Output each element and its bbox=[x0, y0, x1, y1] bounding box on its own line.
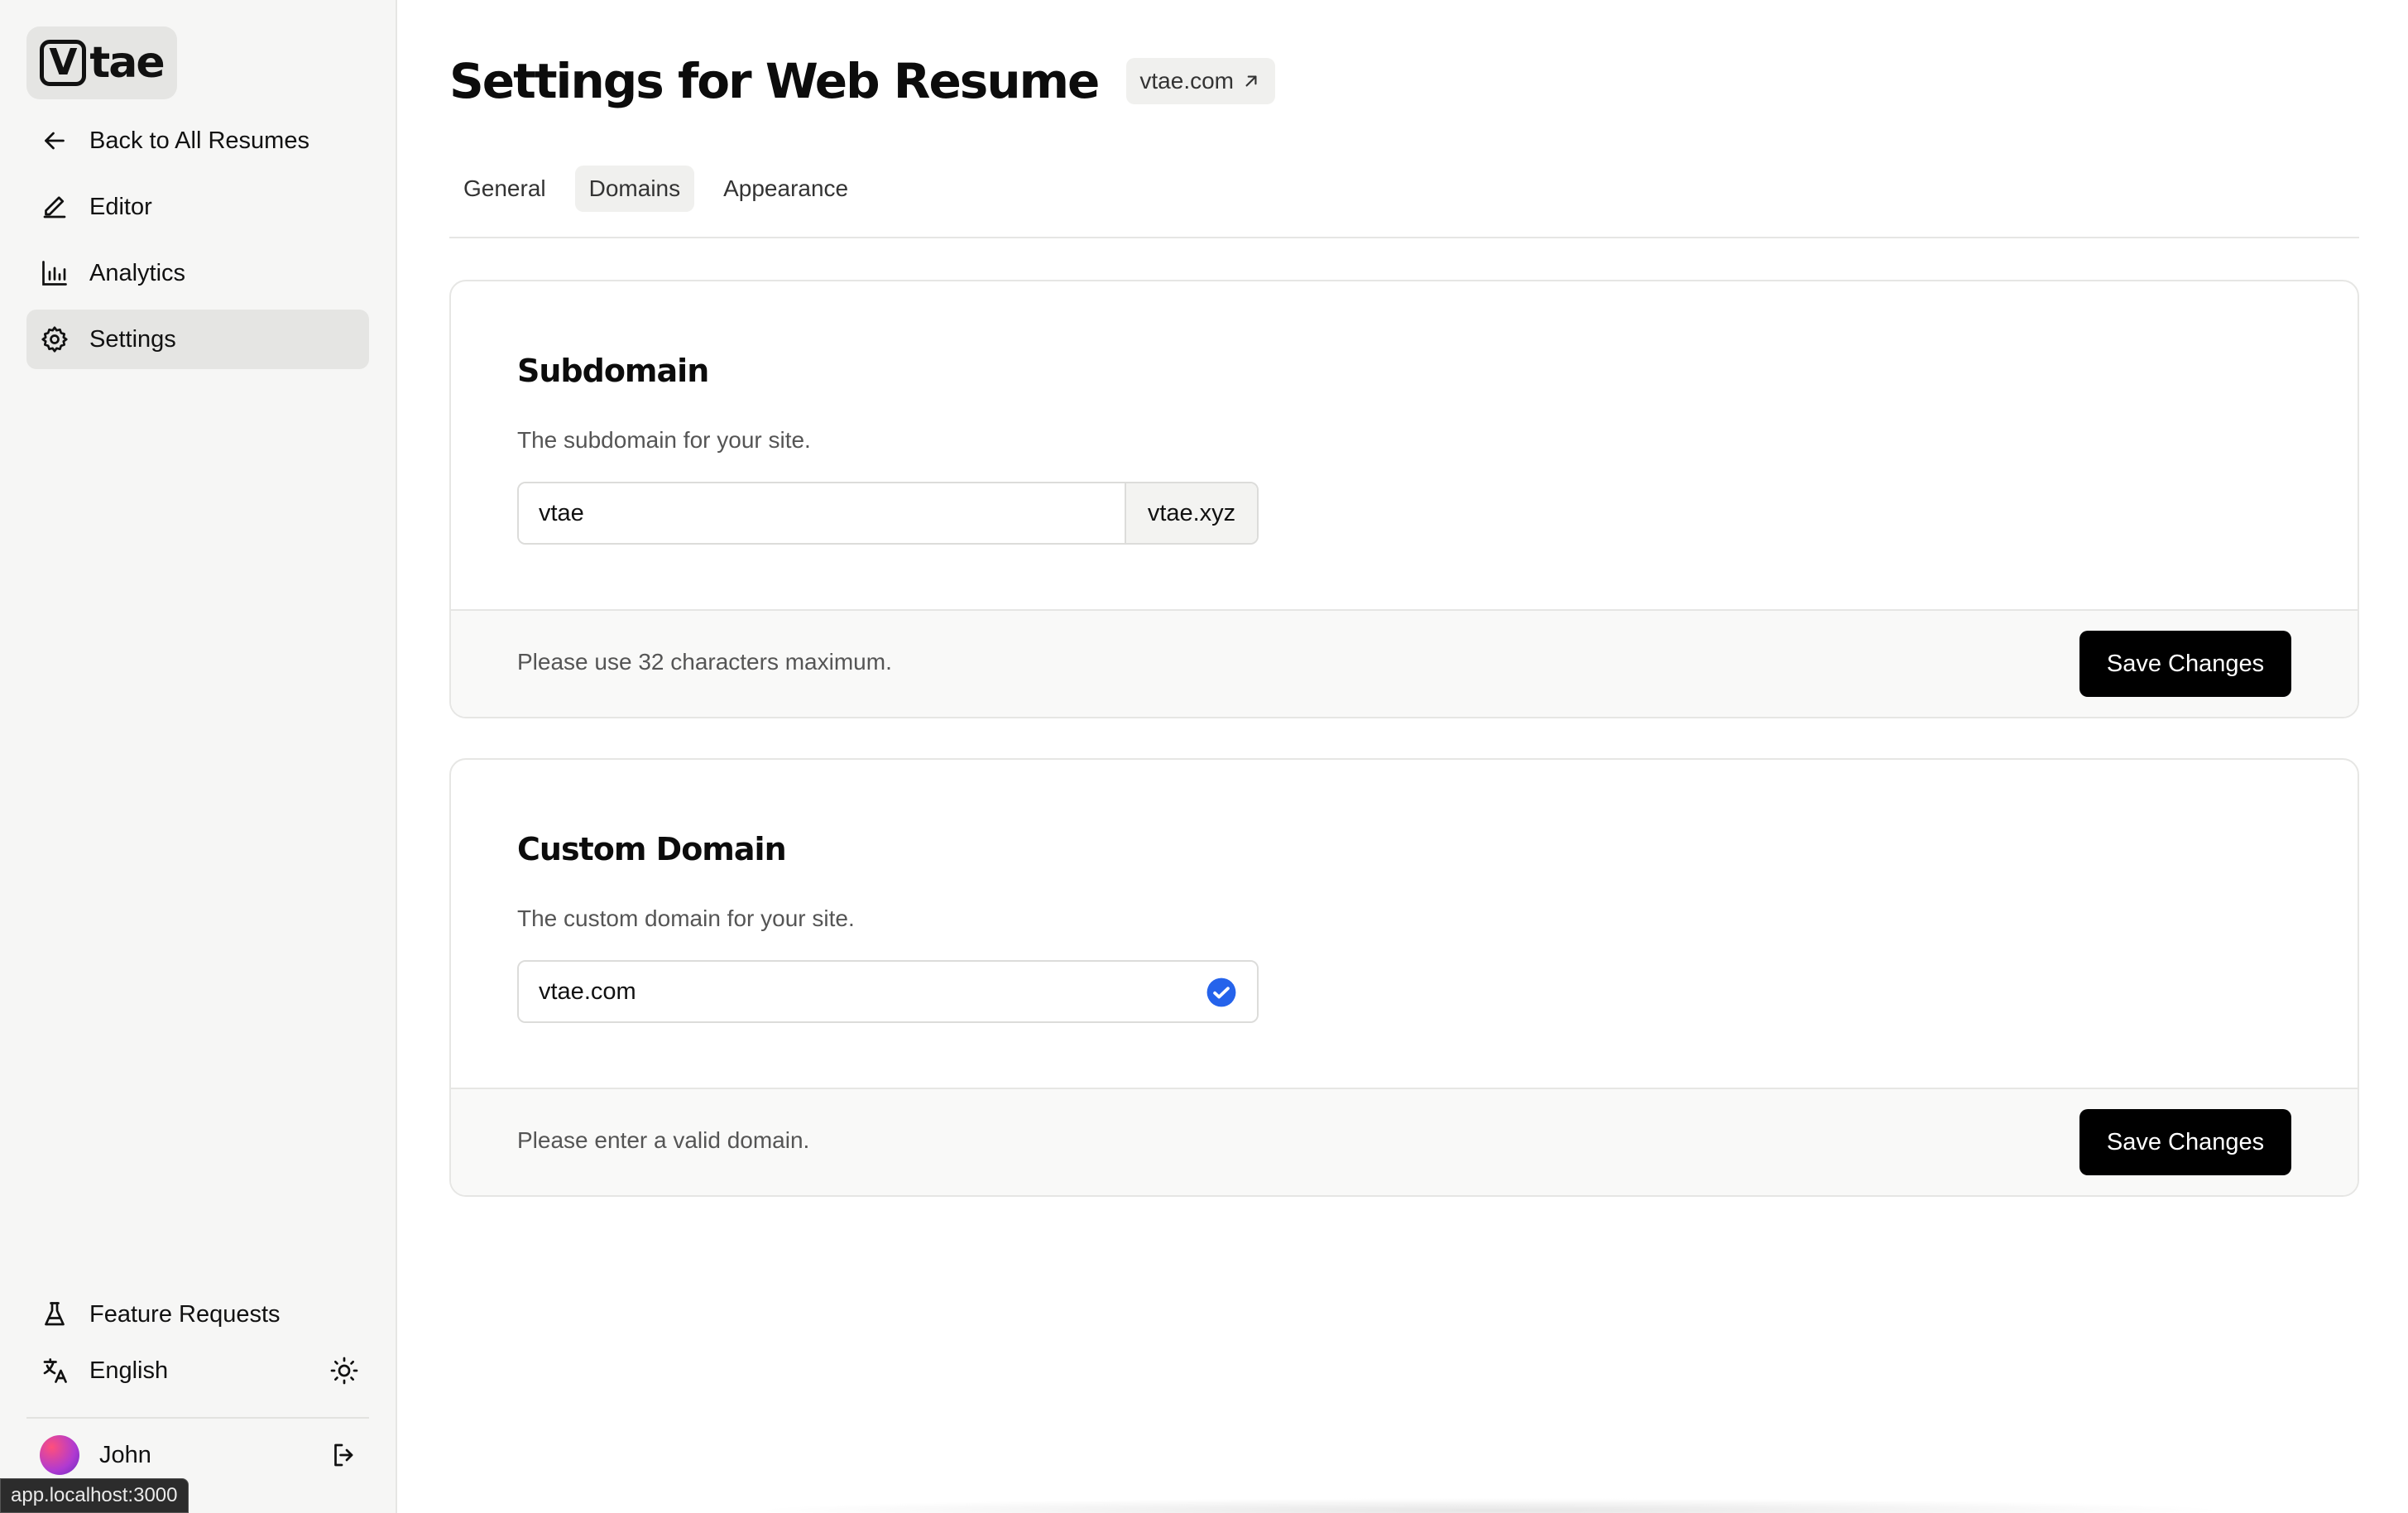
sidebar: V tae Back to All Resumes Editor Analyti… bbox=[0, 0, 397, 1513]
custom-domain-card: Custom Domain The custom domain for your… bbox=[449, 758, 2359, 1197]
custom-domain-card-body: Custom Domain The custom domain for your… bbox=[451, 760, 2358, 1089]
sidebar-item-label: Back to All Resumes bbox=[89, 127, 309, 154]
logo-text: tae bbox=[89, 38, 165, 88]
sidebar-bottom: Feature Requests English bbox=[26, 1286, 369, 1419]
subdomain-suffix: vtae.xyz bbox=[1125, 483, 1257, 543]
custom-domain-title: Custom Domain bbox=[517, 831, 787, 867]
logout-icon[interactable] bbox=[329, 1440, 359, 1470]
sidebar-nav: Back to All Resumes Editor Analytics Set… bbox=[26, 111, 369, 376]
bar-chart-icon bbox=[42, 261, 67, 286]
subdomain-card-footer: Please use 32 characters maximum. Save C… bbox=[451, 609, 2358, 717]
gear-icon bbox=[41, 326, 68, 353]
status-url-tooltip: app.localhost:3000 bbox=[0, 1478, 189, 1513]
tab-appearance[interactable]: Appearance bbox=[709, 166, 862, 212]
check-circle-icon bbox=[1206, 977, 1236, 1007]
window-shadow bbox=[745, 1498, 2234, 1513]
tabs-divider bbox=[449, 237, 2359, 238]
translate-icon bbox=[43, 1358, 67, 1383]
sidebar-item-label: Analytics bbox=[89, 259, 186, 286]
page-header: Settings for Web Resume vtae.com bbox=[449, 53, 1275, 109]
custom-domain-input[interactable] bbox=[519, 962, 1257, 1021]
custom-domain-card-footer: Please enter a valid domain. Save Change… bbox=[451, 1088, 2358, 1195]
page-title: Settings for Web Resume bbox=[449, 53, 1100, 109]
tab-general[interactable]: General bbox=[449, 166, 560, 212]
sidebar-item-label: Settings bbox=[89, 325, 176, 353]
subdomain-input[interactable] bbox=[519, 483, 1125, 543]
sidebar-item-analytics[interactable]: Analytics bbox=[26, 243, 369, 303]
save-custom-domain-button[interactable]: Save Changes bbox=[2079, 1109, 2291, 1175]
user-name: John bbox=[99, 1441, 151, 1468]
subdomain-card: Subdomain The subdomain for your site. v… bbox=[449, 280, 2359, 718]
sidebar-item-settings[interactable]: Settings bbox=[26, 310, 369, 369]
subdomain-card-body: Subdomain The subdomain for your site. v… bbox=[451, 281, 2358, 611]
tab-domains[interactable]: Domains bbox=[574, 166, 695, 212]
feature-requests-label: Feature Requests bbox=[89, 1300, 281, 1328]
arrow-left-icon bbox=[45, 132, 65, 150]
sidebar-divider bbox=[26, 1417, 369, 1419]
subdomain-description: The subdomain for your site. bbox=[517, 427, 811, 453]
app-root: V tae Back to All Resumes Editor Analyti… bbox=[0, 0, 2408, 1513]
custom-domain-description: The custom domain for your site. bbox=[517, 905, 855, 931]
subdomain-input-group: vtae.xyz bbox=[517, 482, 1259, 545]
custom-domain-hint: Please enter a valid domain. bbox=[517, 1127, 810, 1153]
user-menu[interactable]: John bbox=[26, 1427, 369, 1483]
avatar bbox=[40, 1435, 79, 1475]
language-label: English bbox=[89, 1357, 169, 1384]
save-subdomain-button[interactable]: Save Changes bbox=[2079, 631, 2291, 697]
subdomain-title: Subdomain bbox=[517, 353, 709, 389]
custom-domain-input-group bbox=[517, 960, 1259, 1023]
pencil-icon bbox=[43, 196, 66, 219]
feature-requests-link[interactable]: Feature Requests bbox=[26, 1286, 369, 1342]
sidebar-item-editor[interactable]: Editor bbox=[26, 177, 369, 237]
logo[interactable]: V tae bbox=[26, 26, 177, 99]
settings-tabs: General Domains Appearance bbox=[449, 166, 862, 212]
subdomain-hint: Please use 32 characters maximum. bbox=[517, 649, 892, 675]
external-link-icon bbox=[1245, 75, 1257, 87]
site-domain-link[interactable]: vtae.com bbox=[1126, 58, 1275, 104]
sun-icon[interactable] bbox=[329, 1356, 359, 1386]
sidebar-item-back[interactable]: Back to All Resumes bbox=[26, 111, 369, 171]
logo-mark: V bbox=[40, 40, 87, 86]
flask-icon bbox=[45, 1302, 65, 1326]
sidebar-item-label: Editor bbox=[89, 193, 152, 220]
language-selector[interactable]: English bbox=[26, 1342, 369, 1399]
site-domain-label: vtae.com bbox=[1139, 68, 1234, 94]
